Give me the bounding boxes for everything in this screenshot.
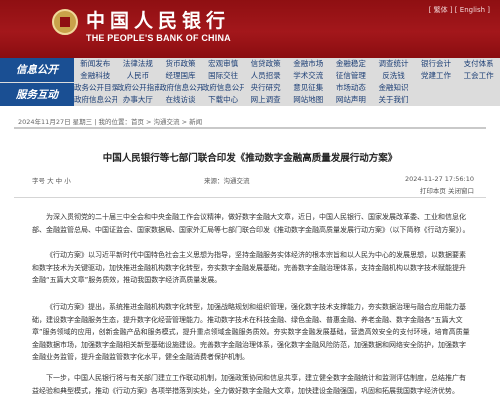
nav-link[interactable]: 工会工作 bbox=[457, 70, 500, 82]
nav-link[interactable] bbox=[415, 94, 458, 106]
nav-link[interactable]: 信贷政策 bbox=[244, 58, 287, 70]
nav-link[interactable]: 金融稳定 bbox=[330, 58, 373, 70]
language-links[interactable]: [ 繁体 ] [ English ] bbox=[429, 5, 490, 15]
nav-link[interactable]: 国际交往 bbox=[202, 70, 245, 82]
nav-link[interactable]: 宏观审慎 bbox=[202, 58, 245, 70]
article-title: 中国人民银行等七部门联合印发《推动数字金融高质量发展行动方案》 bbox=[102, 153, 398, 164]
breadcrumb[interactable]: 2024年11月27日 星期三 | 我的位置：首页 > 沟通交流 > 新闻 bbox=[18, 116, 202, 126]
nav-link[interactable]: 市场动态 bbox=[330, 82, 373, 94]
nav-link[interactable]: 人员招录 bbox=[244, 70, 287, 82]
nav-link[interactable]: 政府信息公开 bbox=[74, 94, 117, 106]
nav-link[interactable]: 支付体系 bbox=[457, 58, 500, 70]
nav-row-info: 新闻发布 金融科技 法律法规 人民币 货币政策 经理国库 宏观审慎 国际交往 信贷政策人… bbox=[74, 58, 500, 82]
nav-link[interactable]: 政府信息公开 bbox=[159, 82, 202, 94]
nav-link[interactable]: 在线访谈 bbox=[159, 94, 202, 106]
nav-link[interactable]: 学术交流 bbox=[287, 70, 330, 82]
nav-link[interactable]: 金融科技 bbox=[74, 70, 117, 82]
nav-link[interactable]: 网站地图 bbox=[287, 94, 330, 106]
nav-link[interactable]: 金融知识 bbox=[372, 82, 415, 94]
nav-link[interactable]: 下载中心 bbox=[202, 94, 245, 106]
nav-link[interactable]: 经理国库 bbox=[159, 70, 202, 82]
site-title-cn[interactable]: 中国人民银行 bbox=[86, 6, 230, 33]
nav-link[interactable]: 人民币 bbox=[117, 70, 160, 82]
article-meta: 字号 大 中 小 来源：沟通交流 2024-11-27 17:56:10 打印本… bbox=[18, 175, 482, 195]
nav-link[interactable] bbox=[415, 82, 458, 94]
site-header: 中国人民银行 THE PEOPLE'S BANK OF CHINA [ 繁体 ]… bbox=[0, 0, 500, 58]
divider bbox=[14, 197, 486, 198]
nav-link[interactable]: 网站声明 bbox=[330, 94, 373, 106]
nav-link[interactable]: 调查统计 bbox=[372, 58, 415, 70]
site-title-en: THE PEOPLE'S BANK OF CHINA bbox=[86, 33, 231, 43]
nav-link[interactable] bbox=[457, 94, 500, 106]
nav-link[interactable]: 政府公开指南 bbox=[117, 82, 160, 94]
nav-link[interactable]: 办事大厅 bbox=[117, 94, 160, 106]
article-paragraph: 为深入贯彻党的二十届三中全会和中央金融工作会议精神，做好数字金融大文章，近日，中… bbox=[32, 213, 470, 234]
article-paragraph: 《行动方案》提出，系统推进金融机构数字化转型，加强战略规划和组织管理，强化数字技… bbox=[32, 303, 470, 361]
bank-emblem-icon[interactable] bbox=[52, 9, 78, 35]
article-source: 来源：沟通交流 bbox=[204, 177, 250, 185]
nav-link[interactable]: 银行会计 bbox=[415, 58, 458, 70]
nav-section-service[interactable]: 服务互动 bbox=[0, 82, 74, 106]
article-date: 2024-11-27 17:56:10 bbox=[404, 175, 474, 183]
nav-link[interactable]: 征信管理 bbox=[330, 70, 373, 82]
nav-link[interactable]: 货币政策 bbox=[159, 58, 202, 70]
nav-link[interactable]: 新闻发布 bbox=[74, 58, 117, 70]
nav-link[interactable]: 意见征集 bbox=[287, 82, 330, 94]
nav-link[interactable]: 反洗钱 bbox=[372, 70, 415, 82]
nav-link[interactable]: 政府信息公开 bbox=[202, 82, 245, 94]
nav-link[interactable]: 党建工作 bbox=[415, 70, 458, 82]
nav-link[interactable] bbox=[457, 82, 500, 94]
font-size-switch[interactable]: 字号 大 中 小 bbox=[32, 175, 71, 185]
nav-section-info-public[interactable]: 信息公开 bbox=[0, 58, 74, 82]
nav-link[interactable]: 金融市场 bbox=[287, 58, 330, 70]
nav-link[interactable]: 央行研究 bbox=[244, 82, 287, 94]
nav-link[interactable]: 关于我们 bbox=[372, 94, 415, 106]
nav-row-service: 政务公开目录 政府信息公开 政府公开指南 办事大厅 政府信息公开 在线访谈 政府信息公… bbox=[74, 82, 500, 106]
main-navigation: 信息公开 服务互动 新闻发布 金融科技 法律法规 人民币 货币政策 经理国库 宏观审慎… bbox=[0, 58, 500, 106]
article-paragraph: 《行动方案》以习近平新时代中国特色社会主义思想为指导，坚持金融服务实体经济的根本… bbox=[32, 251, 466, 284]
article-paragraph: 下一步，中国人民银行将与有关部门建立工作联动机制，加强政策协同和信息共享，建立健… bbox=[32, 374, 466, 395]
nav-link[interactable]: 网上调查 bbox=[244, 94, 287, 106]
nav-link[interactable]: 法律法规 bbox=[117, 58, 160, 70]
nav-link[interactable]: 政务公开目录 bbox=[74, 82, 117, 94]
article-tools[interactable]: 打印本页 关闭窗口 bbox=[420, 185, 474, 195]
